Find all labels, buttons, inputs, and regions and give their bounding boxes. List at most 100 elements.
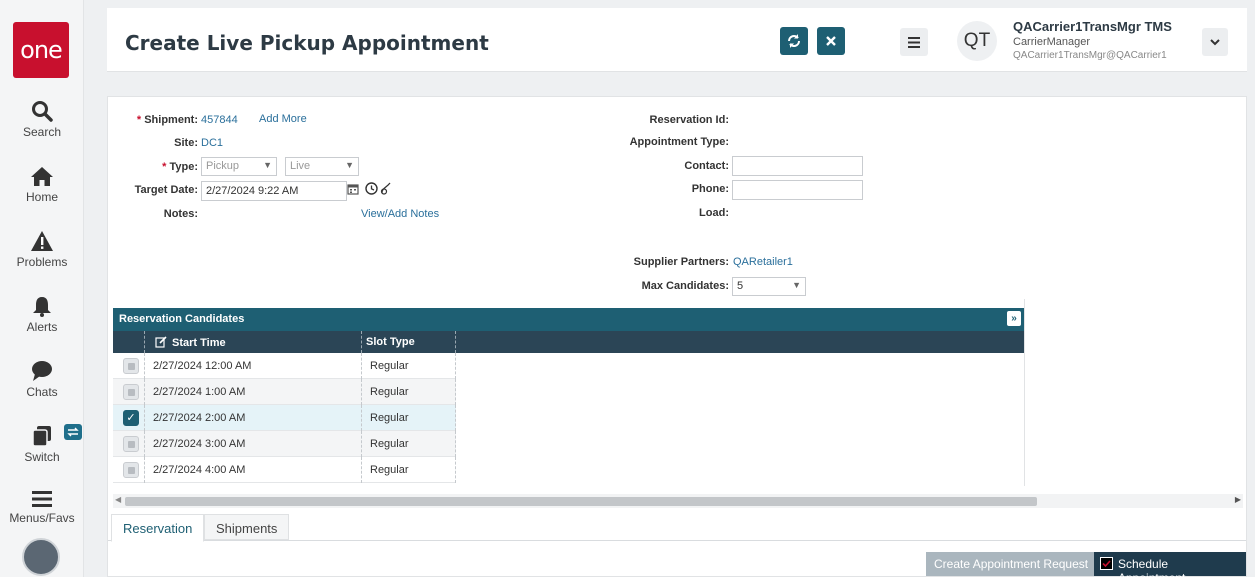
create-appointment-request-button[interactable]: Create Appointment Request: [926, 552, 1097, 576]
row-checkbox[interactable]: ✓: [123, 410, 139, 426]
search-icon: [32, 101, 53, 122]
hamburger-icon: [32, 491, 52, 507]
contact-label: Contact:: [684, 160, 729, 172]
nav-chats-label: Chats: [26, 385, 58, 399]
schedule-appointment-label: Schedule Appointment: [1118, 557, 1185, 577]
scroll-right-icon[interactable]: ▶: [1235, 495, 1241, 504]
page-header: Create Live Pickup Appointment QT QACarr…: [107, 8, 1247, 72]
type-label: * Type:: [162, 161, 198, 173]
nav-menus-favs[interactable]: Menus/Favs: [0, 490, 84, 525]
max-candidates-label: Max Candidates:: [641, 280, 729, 292]
type-select-value: Pickup: [206, 160, 240, 172]
column-header-slot-type[interactable]: Slot Type: [362, 331, 456, 353]
column-header-start-time[interactable]: Start Time: [145, 331, 362, 353]
nav-search[interactable]: Search: [0, 100, 84, 139]
grid-title-bar: Reservation Candidates »: [113, 308, 1024, 331]
start-time-cell: 2/27/2024 4:00 AM: [145, 457, 362, 483]
tab-reservation[interactable]: Reservation: [111, 514, 205, 542]
slot-type-cell: Regular: [362, 431, 456, 457]
target-date-input[interactable]: [201, 181, 347, 201]
row-checkbox[interactable]: [123, 358, 139, 374]
nav-search-label: Search: [22, 125, 62, 139]
contact-input[interactable]: [732, 156, 863, 176]
chevron-down-icon: ▼: [263, 160, 272, 170]
nav-alerts[interactable]: Alerts: [0, 295, 84, 334]
expand-grid-icon[interactable]: »: [1007, 311, 1021, 326]
brand-logo[interactable]: one: [13, 22, 69, 78]
nav-home[interactable]: Home: [0, 165, 84, 204]
table-row[interactable]: ✓ 2/27/2024 2:00 AM Regular: [113, 405, 456, 431]
table-row[interactable]: 2/27/2024 4:00 AM Regular: [113, 457, 456, 483]
shipment-value[interactable]: 457844: [201, 114, 238, 126]
row-checkbox[interactable]: [123, 436, 139, 452]
mode-select[interactable]: Live ▼: [285, 157, 359, 176]
logo-text: one: [20, 36, 63, 64]
add-more-link[interactable]: Add More: [259, 113, 307, 125]
user-name: QACarrier1TransMgr TMS: [1013, 19, 1172, 34]
view-add-notes-link[interactable]: View/Add Notes: [361, 208, 439, 220]
max-candidates-select[interactable]: 5 ▼: [732, 277, 806, 296]
slot-type-cell: Regular: [362, 379, 456, 405]
start-time-cell: 2/27/2024 1:00 AM: [145, 379, 362, 405]
site-label: Site:: [174, 137, 198, 149]
profile-avatar[interactable]: [22, 538, 60, 576]
header-menu-button[interactable]: [900, 28, 928, 56]
nav-menus-label: Menus/Favs: [9, 511, 75, 525]
site-value[interactable]: DC1: [201, 137, 223, 149]
target-date-label: Target Date:: [134, 184, 198, 196]
start-time-cell: 2/27/2024 3:00 AM: [145, 431, 362, 457]
slot-type-cell: Regular: [362, 405, 456, 431]
type-select[interactable]: Pickup ▼: [201, 157, 277, 176]
user-avatar[interactable]: QT: [957, 21, 997, 61]
max-candidates-value: 5: [737, 280, 744, 292]
phone-input[interactable]: [732, 180, 863, 200]
supplier-partners-value[interactable]: QARetailer1: [733, 256, 793, 268]
phone-label: Phone:: [691, 183, 729, 195]
start-time-cell: 2/27/2024 12:00 AM: [145, 353, 362, 379]
table-row[interactable]: 2/27/2024 12:00 AM Regular: [113, 353, 456, 379]
row-select-cell: [113, 353, 145, 379]
scroll-left-icon[interactable]: ◀: [115, 495, 121, 504]
table-row[interactable]: 2/27/2024 1:00 AM Regular: [113, 379, 456, 405]
user-dropdown-button[interactable]: [1202, 28, 1228, 56]
clock-icon[interactable]: [365, 182, 378, 195]
row-checkbox[interactable]: [123, 384, 139, 400]
nav-problems-label: Problems: [16, 255, 68, 269]
bottom-tabs: Reservation Shipments: [108, 513, 1246, 542]
row-checkbox[interactable]: [123, 462, 139, 478]
schedule-appointment-button[interactable]: Schedule Appointment: [1094, 552, 1246, 577]
nav-chats[interactable]: Chats: [0, 360, 84, 399]
grid-header: Start Time Slot Type: [113, 331, 1024, 353]
switch-swap-icon[interactable]: [64, 424, 82, 440]
user-email: QACarrier1TransMgr@QACarrier1: [1013, 50, 1167, 61]
left-nav: one Search Home Problems Alerts Chats Sw…: [0, 0, 84, 577]
nav-problems[interactable]: Problems: [0, 230, 84, 269]
scroll-thumb[interactable]: [125, 497, 1037, 506]
refresh-icon: [788, 34, 800, 48]
table-row[interactable]: 2/27/2024 3:00 AM Regular: [113, 431, 456, 457]
horizontal-scrollbar[interactable]: ◀ ▶: [113, 494, 1243, 508]
slot-type-cell: Regular: [362, 353, 456, 379]
clear-date-icon[interactable]: [380, 182, 392, 195]
menu-icon: [908, 36, 920, 48]
row-select-cell: ✓: [113, 405, 145, 431]
load-label: Load:: [699, 207, 729, 219]
shipment-label: * Shipment:: [136, 114, 198, 126]
chevron-down-icon: ▼: [792, 280, 801, 290]
user-role: CarrierManager: [1013, 36, 1091, 48]
chevron-down-icon: [1210, 38, 1220, 45]
nav-alerts-label: Alerts: [26, 320, 58, 334]
start-time-cell: 2/27/2024 2:00 AM: [145, 405, 362, 431]
slot-type-cell: Regular: [362, 457, 456, 483]
close-button[interactable]: [817, 27, 845, 55]
row-select-cell: [113, 379, 145, 405]
tab-shipments[interactable]: Shipments: [204, 514, 290, 540]
edit-icon: [155, 336, 167, 348]
refresh-button[interactable]: [780, 27, 808, 55]
chevron-down-icon: ▼: [345, 160, 354, 170]
calendar-icon[interactable]: [347, 183, 359, 195]
nav-home-label: Home: [25, 190, 58, 204]
nav-switch-label: Switch: [24, 450, 60, 464]
warning-icon: [31, 231, 53, 251]
bell-icon: [33, 297, 51, 317]
